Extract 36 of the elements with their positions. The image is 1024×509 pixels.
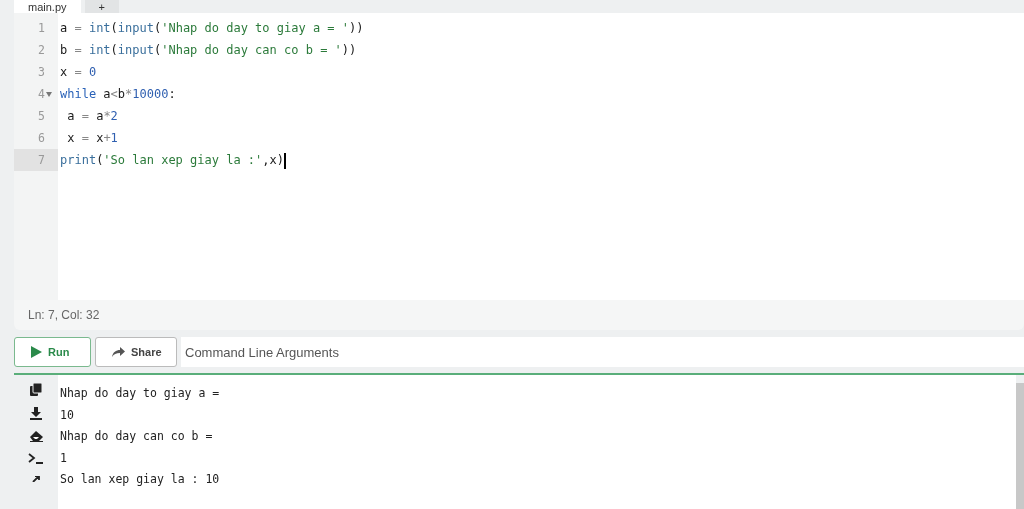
line-number: 6 [38,130,45,147]
line-number: 7 [38,152,45,169]
code-line: a = a*2 [66,109,118,123]
download-icon[interactable] [30,407,42,420]
eraser-icon[interactable] [29,431,43,442]
share-arrow-icon [112,347,125,357]
fold-caret-icon[interactable] [46,91,52,97]
copy-icon[interactable] [30,383,42,396]
code-line: while a<b*10000: [60,87,176,101]
cursor-position: Ln: 7, Col: 32 [27,307,101,324]
line-number: 2 [38,42,45,59]
arguments-field[interactable]: Command Line Arguments [181,337,1024,367]
file-tab[interactable]: + [84,0,119,13]
output-line: Nhap do day can co b = [59,428,214,445]
output-line: 10 [59,406,75,424]
code-line: print('So lan xep giay la :',x) [60,153,284,167]
text-cursor [284,152,286,169]
share-button[interactable]: Share [95,337,177,367]
code-line: x = x+1 [66,131,118,145]
play-icon [31,346,42,358]
line-number: 4 [38,86,45,103]
run-button[interactable]: Run [14,337,91,367]
output-line: So lan xep giay la : 10 [59,471,221,488]
line-number: 1 [38,20,45,37]
code-line: x = 0 [60,65,97,79]
file-tab[interactable]: main.py [14,0,81,13]
code-line: b = int(input('Nhap do day can co b = ')) [60,43,357,57]
expand-icon[interactable] [31,476,41,482]
code-line: a = int(input('Nhap do day to giay a = ')) [60,21,364,35]
output-line: Nhap do day to giay a = [59,385,221,402]
line-number: 5 [38,108,45,125]
line-number: 3 [38,64,45,81]
terminal-icon[interactable] [28,453,44,465]
scrollbar[interactable] [1016,383,1024,509]
code-editor[interactable]: 1 2 3 4 5 6 7 a = int(input('Nhap do day to giay a = ')) b = int(input('Nhap do day can co b = ')) x = 0 while a<b*10000: a = a*2 x = x+1 print('So lan xep giay la :',x) Ln: 7, Col: 32 [14,13,1024,330]
output-line: 1 [59,449,68,467]
